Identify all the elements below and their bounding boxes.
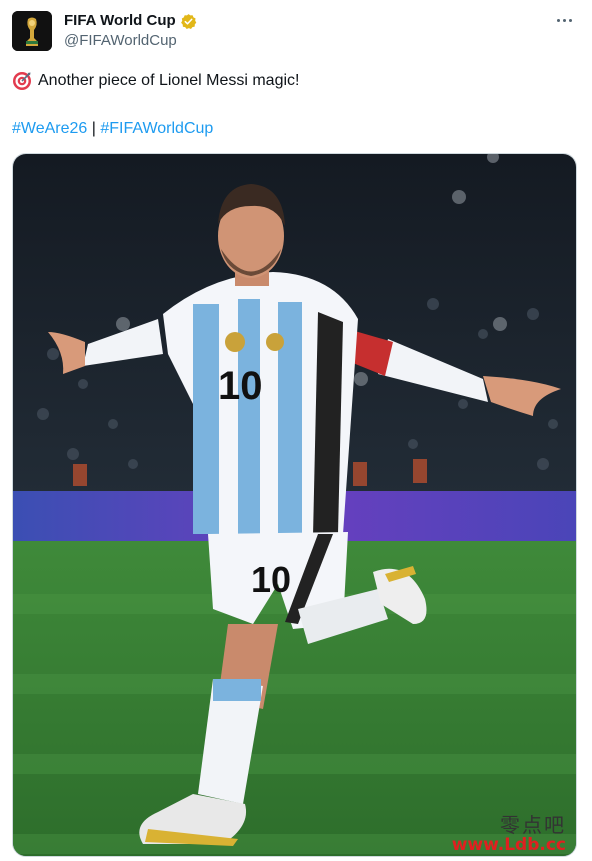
shorts-number: 10 [251, 559, 291, 600]
display-name[interactable]: FIFA World Cup [64, 11, 176, 31]
more-options-icon[interactable] [552, 10, 576, 30]
display-name-row: FIFA World Cup [64, 11, 197, 31]
hashtag-separator: | [91, 120, 96, 137]
tweet-header: FIFA World Cup @FIFAWorldCup [12, 10, 580, 52]
tweet-hashtags: #WeAre26 | #FIFAWorldCup [12, 118, 213, 140]
direct-hit-icon [13, 72, 31, 90]
avatar[interactable] [12, 11, 52, 51]
account-names: FIFA World Cup @FIFAWorldCup [64, 11, 197, 51]
jersey-number: 10 [218, 364, 263, 408]
tweet-media-photo[interactable]: 10 10 零点吧 www.Ldb.cc [12, 153, 577, 857]
account-handle[interactable]: @FIFAWorldCup [64, 31, 197, 51]
fifa-trophy-logo-icon [12, 11, 52, 51]
tweet-text: Another piece of Lionel Messi magic! [12, 70, 299, 92]
watermark-line-2: www.Ldb.cc [451, 835, 566, 855]
tweet-card: FIFA World Cup @FIFAWorldCup Another pie… [0, 0, 592, 861]
verified-badge-icon[interactable] [180, 13, 197, 30]
watermark-line-1: 零点吧 [500, 813, 566, 837]
site-watermark: 零点吧 www.Ldb.cc [452, 814, 566, 854]
hashtag-link[interactable]: #WeAre26 [12, 120, 87, 137]
player-celebration-photo: 10 10 [13, 154, 576, 856]
hashtag-link[interactable]: #FIFAWorldCup [100, 120, 213, 137]
tweet-body-text: Another piece of Lionel Messi magic! [38, 72, 300, 89]
